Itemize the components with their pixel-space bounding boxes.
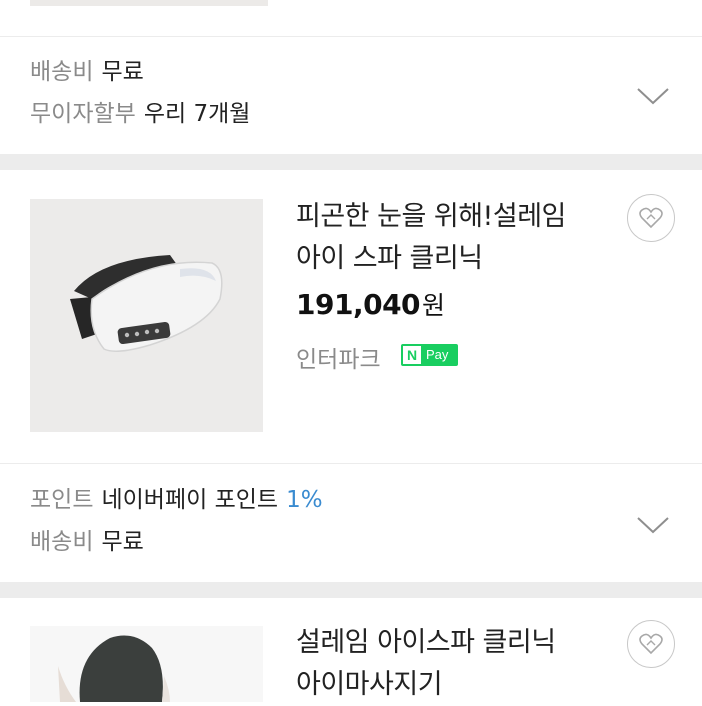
product-title-line2: 아이마사지기 xyxy=(296,669,443,700)
point-label: 포인트 xyxy=(30,487,94,513)
model-image xyxy=(30,626,263,702)
shipping-label: 배송비 xyxy=(30,529,94,555)
section-gap xyxy=(0,582,702,598)
point-row: 포인트 네이버페이 포인트 1% xyxy=(30,484,323,516)
chevron-down-icon[interactable] xyxy=(636,515,670,535)
product-card: 설레임 아이스파 클리닉 아이마사지기 xyxy=(0,598,702,702)
favorite-button[interactable] xyxy=(627,194,675,242)
shipping-row: 배송비 무료 xyxy=(30,526,144,558)
product-thumbnail[interactable] xyxy=(30,199,263,432)
point-percent: 1% xyxy=(286,487,323,513)
npay-n-logo: N xyxy=(403,346,421,364)
chevron-down-icon[interactable] xyxy=(636,86,670,106)
product-card: 피곤한 눈을 위해!설레임 아이 스파 클리닉 191,040원 인터파크 N … xyxy=(0,170,702,582)
price-currency: 원 xyxy=(422,291,445,320)
installment-label: 무이자할부 xyxy=(30,101,136,127)
eye-massager-image xyxy=(30,199,263,432)
favorite-button[interactable] xyxy=(627,620,675,668)
shipping-value: 무료 xyxy=(101,59,144,85)
product-title-line1: 설레임 아이스파 클리닉 xyxy=(296,627,556,658)
shipping-row: 배송비 무료 xyxy=(30,56,144,88)
mall-name[interactable]: 인터파크 xyxy=(296,340,381,374)
point-value: 네이버페이 포인트 xyxy=(101,487,279,513)
installment-value: 우리 7개월 xyxy=(143,101,251,127)
shipping-label: 배송비 xyxy=(30,59,94,85)
shipping-value: 무료 xyxy=(101,529,144,555)
heart-icon xyxy=(639,633,663,655)
price-amount: 191,040 xyxy=(296,288,421,321)
divider xyxy=(0,463,702,464)
divider xyxy=(0,36,702,37)
section-gap xyxy=(0,154,702,170)
previous-product-card: 배송비 무료 무이자할부 우리 7개월 xyxy=(0,0,702,154)
product-price: 191,040원 xyxy=(296,286,445,322)
product-title[interactable]: 설레임 아이스파 클리닉 아이마사지기 xyxy=(296,622,616,706)
product-thumbnail[interactable] xyxy=(30,626,263,702)
product-title-line1: 피곤한 눈을 위해!설레임 xyxy=(296,201,566,232)
previous-product-thumbnail[interactable] xyxy=(30,0,268,6)
heart-icon xyxy=(639,207,663,229)
product-title[interactable]: 피곤한 눈을 위해!설레임 아이 스파 클리닉 xyxy=(296,196,616,280)
installment-row: 무이자할부 우리 7개월 xyxy=(30,98,250,130)
npay-badge: N Pay xyxy=(401,344,458,366)
product-title-line2: 아이 스파 클리닉 xyxy=(296,243,483,274)
npay-pay-text: Pay xyxy=(426,347,449,362)
